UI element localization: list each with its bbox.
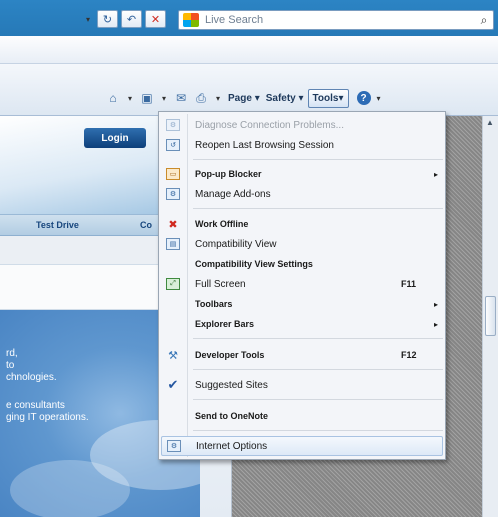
menu-item-label: Reopen Last Browsing Session [195, 139, 334, 151]
menu-item-send-to-onenote[interactable]: Send to OneNote [161, 406, 443, 426]
page-menu-label: Page [228, 92, 252, 104]
hero-text: to [6, 360, 15, 371]
menu-item-label: Developer Tools [195, 350, 265, 360]
nav-link-co[interactable]: Co [140, 220, 152, 230]
menu-item-label: Explorer Bars [195, 319, 255, 329]
stop-icon: ✕ [150, 13, 161, 26]
menu-item-suggested-sites[interactable]: ✔ Suggested Sites [161, 375, 443, 395]
tools-menu-button[interactable]: Tools ▾ [307, 88, 349, 108]
menu-item-compatibility-view-settings[interactable]: Compatibility View Settings [161, 254, 443, 274]
tools-menu-label: Tools [312, 92, 339, 104]
menu-item-internet-options[interactable]: ⚙ Internet Options [161, 436, 443, 456]
stop-button[interactable]: ✕ [145, 10, 166, 28]
address-dropdown-button[interactable]: ▾ [82, 10, 94, 28]
menu-separator [193, 159, 443, 160]
menu-item-reopen-session[interactable]: ↺ Reopen Last Browsing Session [161, 135, 443, 155]
print-dropdown-icon[interactable]: ▾ [212, 94, 224, 103]
addons-icon: ⚙ [161, 186, 185, 202]
menu-separator [193, 338, 443, 339]
scroll-up-icon[interactable]: ▲ [486, 118, 494, 127]
work-offline-icon: ✖ [168, 218, 178, 231]
hero-text: e consultants [6, 400, 65, 411]
menu-separator [193, 369, 443, 370]
address-bar-buttons: ▾ ↻ ↶ ✕ [82, 10, 172, 30]
submenu-arrow-icon: ▸ [433, 319, 438, 329]
tools-dropdown-menu: ⚙ Diagnose Connection Problems... ↺ Reop… [158, 111, 446, 460]
login-button[interactable]: Login [84, 128, 146, 148]
favorites-bar [0, 36, 498, 64]
back-button[interactable]: ↶ [121, 10, 142, 28]
full-screen-icon: ⤢ [161, 276, 185, 292]
menu-item-label: Compatibility View Settings [195, 259, 313, 269]
menu-item-label: Send to OneNote [195, 411, 269, 421]
submenu-arrow-icon: ▸ [433, 169, 438, 179]
menu-shortcut: F12 [401, 350, 417, 360]
nav-link-test-drive[interactable]: Test Drive [36, 220, 79, 230]
reopen-session-icon: ↺ [161, 137, 185, 153]
feeds-dropdown-icon[interactable]: ▾ [158, 94, 170, 103]
help-dropdown-icon[interactable]: ▾ [373, 94, 385, 103]
submenu-arrow-icon: ▸ [433, 299, 438, 309]
search-icon[interactable]: ⌕ [475, 13, 493, 28]
help-icon[interactable]: ? [356, 91, 371, 105]
home-icon[interactable]: ⌂ [104, 90, 122, 106]
menu-item-work-offline[interactable]: ✖ Work Offline [161, 214, 443, 234]
checkmark-icon: ✔ [167, 377, 179, 392]
refresh-icon: ↻ [102, 13, 113, 26]
menu-separator [193, 399, 443, 400]
command-bar-items: ⌂ ▾ ▣ ▾ ✉ ⎙ ▾ Page ▾ Safety ▾ Tools ▾ ? … [104, 88, 385, 108]
browser-title-bar: ▾ ↻ ↶ ✕ Live Search ⌕ [0, 0, 498, 36]
hero-text: chnologies. [6, 372, 57, 383]
chevron-down-icon: ▾ [254, 92, 260, 104]
command-bar: ⌂ ▾ ▣ ▾ ✉ ⎙ ▾ Page ▾ Safety ▾ Tools ▾ ? … [0, 64, 498, 116]
menu-item-diagnose-connection[interactable]: ⚙ Diagnose Connection Problems... [161, 115, 443, 135]
hero-text: ging IT operations. [6, 412, 89, 423]
compatibility-view-icon: ▤ [161, 236, 185, 252]
cloud-decoration [10, 460, 130, 517]
menu-item-label: Full Screen [195, 278, 246, 290]
back-arrow-icon: ↶ [126, 13, 137, 26]
internet-options-icon: ⚙ [162, 438, 186, 454]
safety-menu-button[interactable]: Safety ▾ [264, 93, 306, 104]
menu-item-label: Suggested Sites [195, 379, 268, 391]
menu-item-label: Toolbars [195, 299, 233, 309]
menu-separator [193, 430, 443, 431]
print-icon[interactable]: ⎙ [192, 90, 210, 106]
menu-item-label: Diagnose Connection Problems... [195, 119, 344, 131]
menu-item-compatibility-view[interactable]: ▤ Compatibility View [161, 234, 443, 254]
refresh-button[interactable]: ↻ [97, 10, 118, 28]
vertical-scrollbar[interactable]: ▲ [482, 116, 498, 517]
menu-item-label: Manage Add-ons [195, 188, 271, 200]
menu-item-label: Pop-up Blocker [195, 169, 262, 179]
chevron-down-icon: ▾ [298, 92, 304, 104]
safety-menu-label: Safety [265, 92, 296, 104]
menu-shortcut: F11 [401, 279, 417, 289]
scrollbar-thumb[interactable] [485, 296, 496, 336]
search-placeholder: Live Search [205, 14, 264, 26]
menu-item-label: Work Offline [195, 219, 249, 229]
chevron-down-icon: ▾ [338, 92, 344, 104]
popup-blocker-icon: ▭ [161, 166, 185, 182]
search-input[interactable]: Live Search ⌕ [178, 10, 494, 30]
menu-item-full-screen[interactable]: ⤢ Full Screen F11 [161, 274, 443, 294]
menu-item-label: Compatibility View [195, 238, 277, 250]
diagnose-icon: ⚙ [161, 117, 185, 133]
menu-item-manage-addons[interactable]: ⚙ Manage Add-ons [161, 184, 443, 204]
mail-icon[interactable]: ✉ [172, 90, 190, 106]
developer-tools-icon: ⚒ [168, 349, 178, 362]
page-menu-button[interactable]: Page ▾ [226, 93, 262, 104]
menu-item-label: Internet Options [196, 440, 268, 452]
menu-separator [193, 208, 443, 209]
menu-item-explorer-bars[interactable]: Explorer Bars ▸ [161, 314, 443, 334]
menu-item-toolbars[interactable]: Toolbars ▸ [161, 294, 443, 314]
home-dropdown-icon[interactable]: ▾ [124, 94, 136, 103]
live-search-logo-icon [183, 13, 199, 27]
menu-item-developer-tools[interactable]: ⚒ Developer Tools F12 [161, 345, 443, 365]
menu-item-popup-blocker[interactable]: ▭ Pop-up Blocker ▸ [161, 164, 443, 184]
feeds-icon[interactable]: ▣ [138, 90, 156, 106]
hero-text: rd, [6, 348, 18, 359]
